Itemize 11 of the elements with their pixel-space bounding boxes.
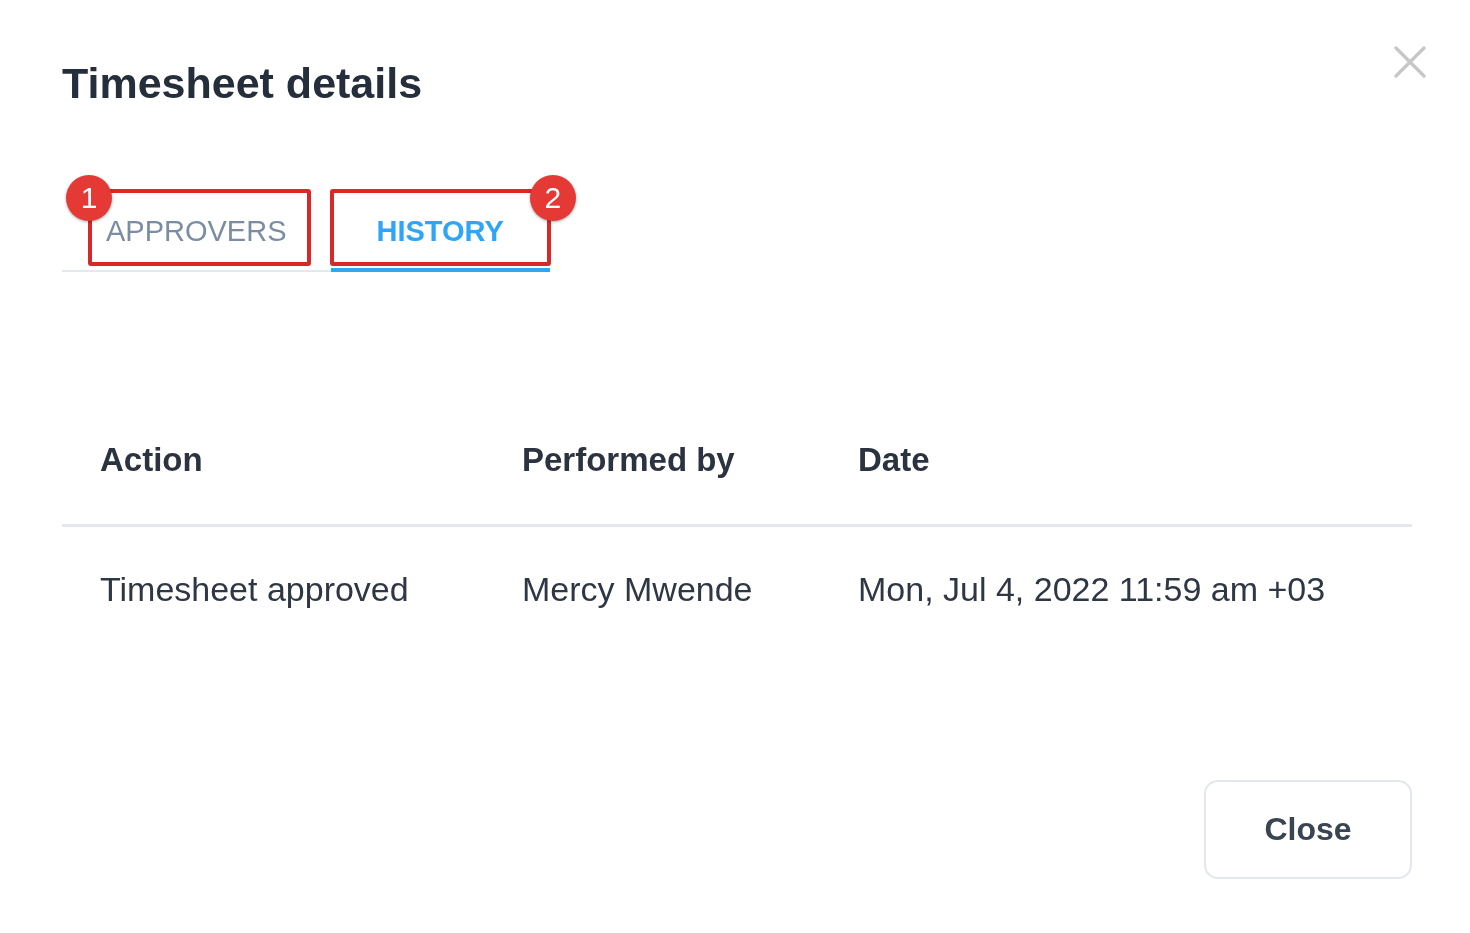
column-header: Action [100,440,203,480]
column-header: Performed by [522,440,735,480]
close-icon[interactable] [1394,46,1426,78]
table-cell: Timesheet approved [100,569,409,609]
close-button[interactable]: Close [1204,780,1412,879]
table-cell: Mercy Mwende [522,569,753,609]
dialog-title: Timesheet details [62,58,423,108]
callout-number: 1 [66,175,112,221]
column-header: Date [858,440,930,480]
table-cell: Mon, Jul 4, 2022 11:59 am +03 [858,569,1326,609]
callout-number: 2 [529,175,576,221]
